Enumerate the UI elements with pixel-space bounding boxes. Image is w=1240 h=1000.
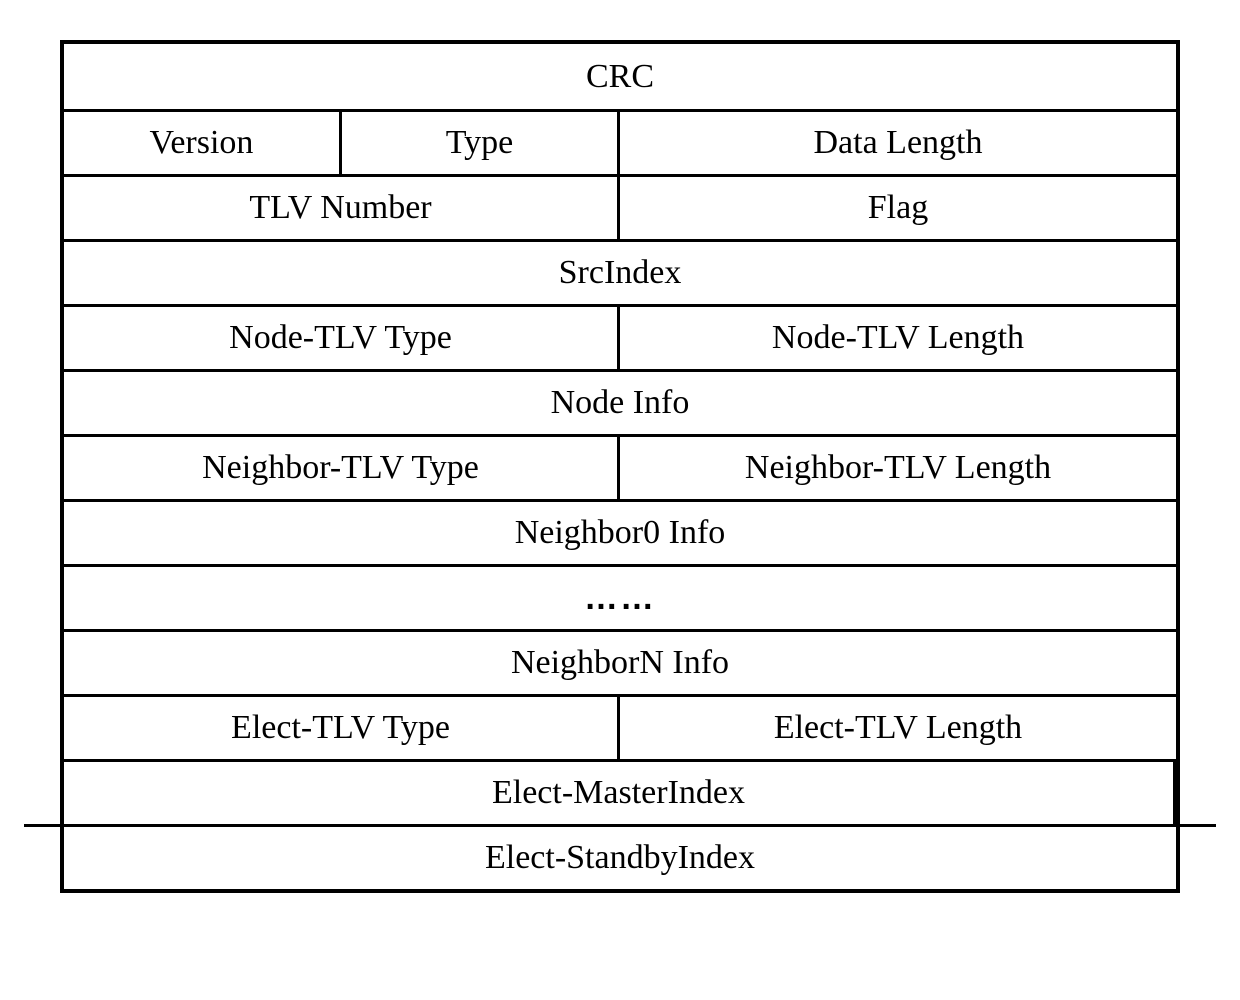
row-neighbor0-info: Neighbor0 Info (64, 499, 1176, 564)
row-elect-master: Elect-MasterIndex (64, 759, 1176, 824)
field-crc: CRC (64, 44, 1176, 109)
field-flag: Flag (620, 177, 1176, 239)
field-srcindex: SrcIndex (64, 242, 1176, 304)
field-version: Version (64, 112, 342, 174)
row-neighbor-tlv: Neighbor-TLV Type Neighbor-TLV Length (64, 434, 1176, 499)
field-elect-master-index: Elect-MasterIndex (64, 762, 1176, 824)
row-srcindex: SrcIndex (64, 239, 1176, 304)
field-data-length: Data Length (620, 112, 1176, 174)
row-version-type-length: Version Type Data Length (64, 109, 1176, 174)
row-node-info: Node Info (64, 369, 1176, 434)
row-node-tlv: Node-TLV Type Node-TLV Length (64, 304, 1176, 369)
row-elect-tlv: Elect-TLV Type Elect-TLV Length (64, 694, 1176, 759)
row-crc: CRC (64, 44, 1176, 109)
field-neighbor0-info: Neighbor0 Info (64, 502, 1176, 564)
field-node-tlv-type: Node-TLV Type (64, 307, 620, 369)
row-ellipsis: …… (64, 564, 1176, 629)
field-elect-tlv-length: Elect-TLV Length (620, 697, 1176, 759)
extended-divider-line (24, 824, 1216, 827)
field-neighborn-info: NeighborN Info (64, 632, 1176, 694)
field-elect-standby-index: Elect-StandbyIndex (64, 827, 1176, 889)
field-ellipsis: …… (64, 567, 1176, 629)
field-elect-tlv-type: Elect-TLV Type (64, 697, 620, 759)
field-node-tlv-length: Node-TLV Length (620, 307, 1176, 369)
field-neighbor-tlv-type: Neighbor-TLV Type (64, 437, 620, 499)
field-node-info: Node Info (64, 372, 1176, 434)
packet-structure-table: CRC Version Type Data Length TLV Number … (60, 40, 1180, 893)
field-neighbor-tlv-length: Neighbor-TLV Length (620, 437, 1176, 499)
row-tlv-flag: TLV Number Flag (64, 174, 1176, 239)
field-tlv-number: TLV Number (64, 177, 620, 239)
row-elect-standby: Elect-StandbyIndex (64, 824, 1176, 889)
row-neighborn-info: NeighborN Info (64, 629, 1176, 694)
field-type: Type (342, 112, 620, 174)
